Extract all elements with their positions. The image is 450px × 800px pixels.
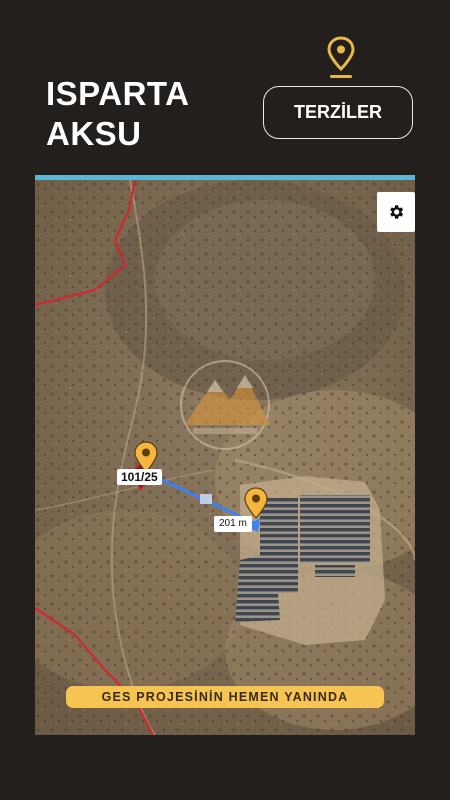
settings-button[interactable] [377, 192, 415, 232]
map-caption: GES PROJESİNİN HEMEN YANINDA [66, 686, 384, 708]
map-pin-icon [327, 36, 355, 78]
satellite-map[interactable] [35, 180, 415, 735]
parcel-label: 101/25 [117, 469, 162, 485]
title-block: ISPARTA AKSU [46, 74, 189, 154]
distance-label: 201 m [214, 516, 252, 532]
district-title: AKSU [46, 115, 142, 152]
map-view[interactable]: 101/25 201 m GES PROJESİNİN HEMEN YANIND… [35, 175, 415, 735]
location-button-label: TERZİLER [294, 102, 382, 122]
location-button[interactable]: TERZİLER [263, 86, 413, 139]
gear-icon [390, 205, 404, 219]
city-title: ISPARTA [46, 75, 190, 112]
